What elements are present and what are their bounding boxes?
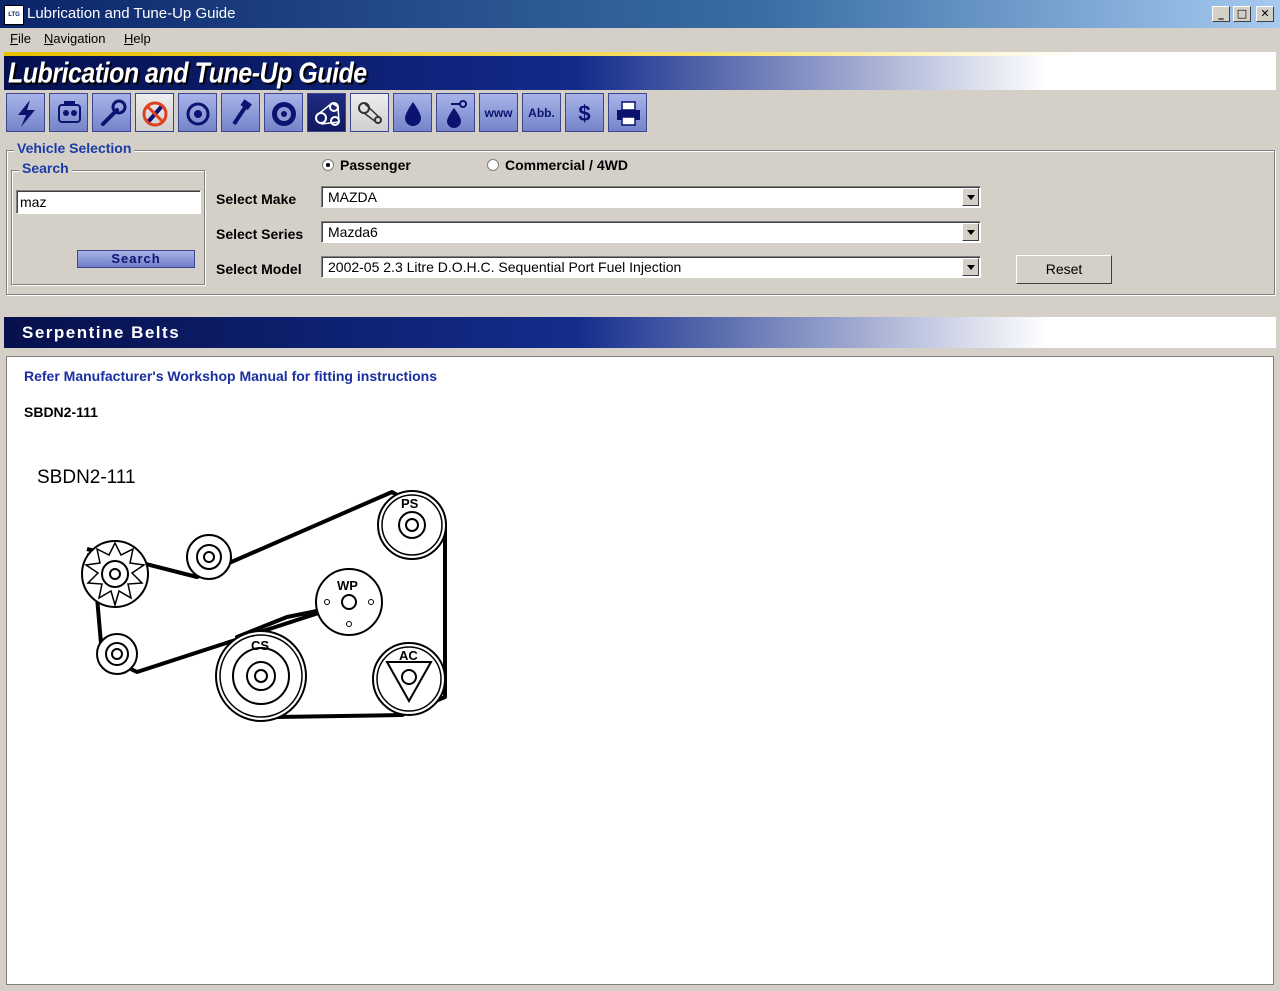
toolbar-button-timing-belt[interactable]	[350, 93, 389, 132]
search-button[interactable]: Search	[77, 250, 195, 268]
chevron-down-icon[interactable]	[962, 258, 979, 276]
search-legend: Search	[19, 160, 72, 176]
commercial-radio[interactable]	[487, 159, 499, 171]
idler-pulley-bottom	[96, 633, 138, 675]
content-panel: Refer Manufacturer's Workshop Manual for…	[6, 356, 1274, 985]
engine-icon	[58, 101, 81, 123]
toolbar-button-no-spark[interactable]	[135, 93, 174, 132]
toolbar-button-wrench[interactable]	[92, 93, 131, 132]
toolbar-button-price[interactable]: $	[565, 93, 604, 132]
timing-belt-icon	[358, 102, 382, 124]
section-title: Serpentine Belts	[22, 323, 181, 342]
motor-icon	[186, 102, 210, 126]
no-spark-icon	[142, 101, 168, 127]
cs-label: CS	[251, 638, 269, 653]
toolbar-button-belt[interactable]	[307, 93, 346, 132]
toolbar-button-engine[interactable]	[49, 93, 88, 132]
toolbar-button-motor[interactable]	[178, 93, 217, 132]
chevron-down-icon[interactable]	[962, 188, 979, 206]
menu-navigation[interactable]: Navigation	[44, 31, 105, 46]
wp-pulley: WP	[315, 568, 383, 636]
lightning-icon	[18, 100, 35, 127]
toolbar-button-oil-drop[interactable]	[393, 93, 432, 132]
select-make-value: MAZDA	[328, 189, 377, 205]
section-banner: Serpentine Belts	[4, 317, 1276, 348]
cs-pulley: CS	[215, 630, 307, 722]
wp-label: WP	[337, 578, 358, 593]
select-model-label: Select Model	[216, 261, 302, 277]
oil-key-icon	[447, 100, 467, 128]
commercial-label: Commercial / 4WD	[505, 157, 628, 173]
toolbar-button-print[interactable]	[608, 93, 647, 132]
title-bar: LTG Lubrication and Tune-Up Guide _ □ ✕	[0, 0, 1280, 28]
oil-drop-icon	[405, 102, 421, 126]
banner-title: Lubrication and Tune-Up Guide	[8, 57, 367, 90]
reset-button[interactable]: Reset	[1016, 255, 1112, 284]
toolbar-button-bolt[interactable]	[221, 93, 260, 132]
chevron-down-icon[interactable]	[962, 223, 979, 241]
minimize-button[interactable]: _	[1212, 6, 1230, 22]
close-button[interactable]: ✕	[1256, 6, 1274, 22]
printer-icon	[617, 101, 640, 126]
search-input[interactable]: maz	[16, 190, 201, 214]
passenger-radio[interactable]	[322, 159, 334, 171]
select-series-value: Mazda6	[328, 224, 378, 240]
select-series-label: Select Series	[216, 226, 304, 242]
select-model-value: 2002-05 2.3 Litre D.O.H.C. Sequential Po…	[328, 259, 682, 275]
toolbar-button-lightning[interactable]	[6, 93, 45, 132]
maximize-button[interactable]: □	[1233, 6, 1251, 22]
menu-file[interactable]: File	[10, 31, 31, 46]
select-model-dropdown[interactable]: 2002-05 2.3 Litre D.O.H.C. Sequential Po…	[321, 256, 981, 278]
fitting-instruction: Refer Manufacturer's Workshop Manual for…	[24, 368, 437, 384]
toolbar-button-abbreviations[interactable]: Abb.	[522, 93, 561, 132]
toolbar-button-www[interactable]: www	[479, 93, 518, 132]
alternator-pulley	[81, 540, 149, 608]
belt-icon	[315, 102, 340, 126]
vehicle-selection-legend: Vehicle Selection	[14, 140, 135, 156]
ps-pulley: PS	[377, 490, 447, 560]
passenger-label: Passenger	[340, 157, 411, 173]
diagram-title: SBDN2-111	[37, 467, 136, 488]
wrench-icon	[101, 99, 127, 126]
toolbar-button-oil-key[interactable]	[436, 93, 475, 132]
menu-help[interactable]: Help	[124, 31, 151, 46]
ps-label: PS	[401, 496, 419, 511]
toolbar-button-wheel[interactable]	[264, 93, 303, 132]
bolt-icon	[232, 99, 252, 126]
select-series-dropdown[interactable]: Mazda6	[321, 221, 981, 243]
menu-bar: File Navigation Help	[0, 28, 1280, 50]
wheel-icon	[272, 102, 296, 126]
search-input-value: maz	[20, 194, 47, 210]
tensioner-pulley-top	[186, 534, 232, 580]
select-make-label: Select Make	[216, 191, 297, 207]
app-icon: LTG	[4, 5, 24, 25]
ac-label: AC	[399, 648, 418, 663]
window-title: Lubrication and Tune-Up Guide	[27, 5, 236, 22]
serpentine-belt-diagram: SBDN2-111 PS WP CS AC	[37, 467, 447, 722]
app-banner: Lubrication and Tune-Up Guide	[4, 52, 1276, 90]
select-make-dropdown[interactable]: MAZDA	[321, 186, 981, 208]
ac-pulley: AC	[372, 642, 446, 716]
belt-code: SBDN2-111	[24, 404, 98, 420]
